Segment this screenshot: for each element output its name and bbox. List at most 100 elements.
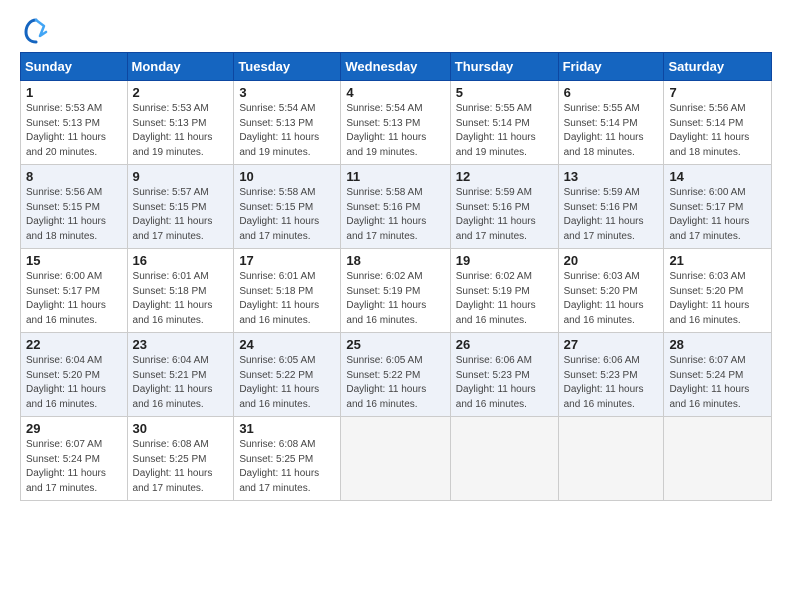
calendar-cell: 21Sunrise: 6:03 AMSunset: 5:20 PMDayligh… bbox=[664, 249, 772, 333]
day-info: Sunrise: 6:07 AMSunset: 5:24 PMDaylight:… bbox=[26, 438, 122, 496]
calendar-cell: 9 Sunrise: 5:57 AMSunset: 5:15 PMDaylight… bbox=[127, 165, 234, 249]
day-info: Sunrise: 6:04 AMSunset: 5:21 PMDaylight:… bbox=[133, 354, 229, 412]
calendar-cell: 10 Sunrise: 5:58 AMSunset: 5:15 PMDayligh… bbox=[234, 165, 341, 249]
day-number: 3 bbox=[239, 85, 335, 100]
day-info: Sunrise: 5:53 AMSunset: 5:13 PMDaylight:… bbox=[26, 102, 122, 160]
calendar-cell: 15 Sunrise: 6:00 AMSunset: 5:17 PMDayligh… bbox=[21, 249, 128, 333]
calendar-cell: 6 Sunrise: 5:55 AMSunset: 5:14 PMDaylight… bbox=[558, 81, 664, 165]
day-info: Sunrise: 6:06 AMSunset: 5:23 PMDaylight:… bbox=[564, 354, 659, 412]
calendar-cell: 7Sunrise: 5:56 AMSunset: 5:14 PMDaylight… bbox=[664, 81, 772, 165]
day-number: 6 bbox=[564, 85, 659, 100]
day-info: Sunrise: 5:53 AMSunset: 5:13 PMDaylight:… bbox=[133, 102, 229, 160]
calendar-cell: 22 Sunrise: 6:04 AMSunset: 5:20 PMDayligh… bbox=[21, 333, 128, 417]
calendar-cell: 23Sunrise: 6:04 AMSunset: 5:21 PMDayligh… bbox=[127, 333, 234, 417]
calendar-header-monday: Monday bbox=[127, 53, 234, 81]
calendar-cell: 1 Sunrise: 5:53 AMSunset: 5:13 PMDaylight… bbox=[21, 81, 128, 165]
day-info: Sunrise: 5:58 AMSunset: 5:16 PMDaylight:… bbox=[346, 186, 444, 244]
day-number: 25 bbox=[346, 337, 444, 352]
day-number: 15 bbox=[26, 253, 122, 268]
header bbox=[20, 16, 772, 42]
day-number: 21 bbox=[669, 253, 766, 268]
calendar-cell: 14Sunrise: 6:00 AMSunset: 5:17 PMDayligh… bbox=[664, 165, 772, 249]
calendar-header-friday: Friday bbox=[558, 53, 664, 81]
day-number: 5 bbox=[456, 85, 553, 100]
day-number: 13 bbox=[564, 169, 659, 184]
day-info: Sunrise: 6:08 AMSunset: 5:25 PMDaylight:… bbox=[133, 438, 229, 496]
day-number: 22 bbox=[26, 337, 122, 352]
calendar-cell: 24Sunrise: 6:05 AMSunset: 5:22 PMDayligh… bbox=[234, 333, 341, 417]
calendar-week-5: 29 Sunrise: 6:07 AMSunset: 5:24 PMDayligh… bbox=[21, 417, 772, 501]
calendar-week-4: 22 Sunrise: 6:04 AMSunset: 5:20 PMDayligh… bbox=[21, 333, 772, 417]
day-number: 9 bbox=[133, 169, 229, 184]
calendar-header-thursday: Thursday bbox=[450, 53, 558, 81]
day-number: 24 bbox=[239, 337, 335, 352]
day-info: Sunrise: 5:54 AMSunset: 5:13 PMDaylight:… bbox=[239, 102, 335, 160]
day-info: Sunrise: 5:59 AMSunset: 5:16 PMDaylight:… bbox=[564, 186, 659, 244]
day-info: Sunrise: 5:54 AMSunset: 5:13 PMDaylight:… bbox=[346, 102, 444, 160]
calendar-cell: 11Sunrise: 5:58 AMSunset: 5:16 PMDayligh… bbox=[341, 165, 450, 249]
day-number: 10 bbox=[239, 169, 335, 184]
calendar-cell: 20 Sunrise: 6:03 AMSunset: 5:20 PMDayligh… bbox=[558, 249, 664, 333]
calendar-cell: 31 Sunrise: 6:08 AMSunset: 5:25 PMDayligh… bbox=[234, 417, 341, 501]
calendar-cell: 26 Sunrise: 6:06 AMSunset: 5:23 PMDayligh… bbox=[450, 333, 558, 417]
day-info: Sunrise: 6:04 AMSunset: 5:20 PMDaylight:… bbox=[26, 354, 122, 412]
page: SundayMondayTuesdayWednesdayThursdayFrid… bbox=[0, 0, 792, 612]
day-info: Sunrise: 5:56 AMSunset: 5:15 PMDaylight:… bbox=[26, 186, 122, 244]
calendar-cell: 5Sunrise: 5:55 AMSunset: 5:14 PMDaylight… bbox=[450, 81, 558, 165]
day-info: Sunrise: 5:55 AMSunset: 5:14 PMDaylight:… bbox=[564, 102, 659, 160]
day-number: 28 bbox=[669, 337, 766, 352]
day-number: 16 bbox=[133, 253, 229, 268]
day-info: Sunrise: 6:06 AMSunset: 5:23 PMDaylight:… bbox=[456, 354, 553, 412]
calendar-header-row: SundayMondayTuesdayWednesdayThursdayFrid… bbox=[21, 53, 772, 81]
calendar-cell: 29 Sunrise: 6:07 AMSunset: 5:24 PMDayligh… bbox=[21, 417, 128, 501]
day-number: 31 bbox=[239, 421, 335, 436]
calendar-cell bbox=[341, 417, 450, 501]
day-number: 17 bbox=[239, 253, 335, 268]
calendar-cell bbox=[558, 417, 664, 501]
day-info: Sunrise: 5:57 AMSunset: 5:15 PMDaylight:… bbox=[133, 186, 229, 244]
calendar-cell: 4 Sunrise: 5:54 AMSunset: 5:13 PMDaylight… bbox=[341, 81, 450, 165]
logo bbox=[20, 16, 50, 42]
calendar-header-wednesday: Wednesday bbox=[341, 53, 450, 81]
calendar-table: SundayMondayTuesdayWednesdayThursdayFrid… bbox=[20, 52, 772, 501]
day-info: Sunrise: 6:07 AMSunset: 5:24 PMDaylight:… bbox=[669, 354, 766, 412]
day-number: 30 bbox=[133, 421, 229, 436]
day-number: 1 bbox=[26, 85, 122, 100]
calendar-cell: 2 Sunrise: 5:53 AMSunset: 5:13 PMDaylight… bbox=[127, 81, 234, 165]
day-number: 2 bbox=[133, 85, 229, 100]
logo-icon bbox=[22, 16, 50, 44]
day-info: Sunrise: 6:00 AMSunset: 5:17 PMDaylight:… bbox=[26, 270, 122, 328]
calendar-cell bbox=[450, 417, 558, 501]
day-info: Sunrise: 6:03 AMSunset: 5:20 PMDaylight:… bbox=[564, 270, 659, 328]
calendar-header-saturday: Saturday bbox=[664, 53, 772, 81]
calendar-header-sunday: Sunday bbox=[21, 53, 128, 81]
calendar-cell: 12 Sunrise: 5:59 AMSunset: 5:16 PMDayligh… bbox=[450, 165, 558, 249]
day-number: 12 bbox=[456, 169, 553, 184]
calendar-cell: 16Sunrise: 6:01 AMSunset: 5:18 PMDayligh… bbox=[127, 249, 234, 333]
day-number: 8 bbox=[26, 169, 122, 184]
calendar-cell: 25Sunrise: 6:05 AMSunset: 5:22 PMDayligh… bbox=[341, 333, 450, 417]
day-info: Sunrise: 6:08 AMSunset: 5:25 PMDaylight:… bbox=[239, 438, 335, 496]
day-number: 20 bbox=[564, 253, 659, 268]
calendar-cell: 27Sunrise: 6:06 AMSunset: 5:23 PMDayligh… bbox=[558, 333, 664, 417]
calendar-header-tuesday: Tuesday bbox=[234, 53, 341, 81]
day-info: Sunrise: 6:00 AMSunset: 5:17 PMDaylight:… bbox=[669, 186, 766, 244]
day-info: Sunrise: 5:58 AMSunset: 5:15 PMDaylight:… bbox=[239, 186, 335, 244]
calendar-cell: 30 Sunrise: 6:08 AMSunset: 5:25 PMDayligh… bbox=[127, 417, 234, 501]
calendar-cell: 3 Sunrise: 5:54 AMSunset: 5:13 PMDaylight… bbox=[234, 81, 341, 165]
calendar-cell: 8 Sunrise: 5:56 AMSunset: 5:15 PMDaylight… bbox=[21, 165, 128, 249]
day-number: 18 bbox=[346, 253, 444, 268]
calendar-cell: 19Sunrise: 6:02 AMSunset: 5:19 PMDayligh… bbox=[450, 249, 558, 333]
day-info: Sunrise: 5:59 AMSunset: 5:16 PMDaylight:… bbox=[456, 186, 553, 244]
day-info: Sunrise: 5:56 AMSunset: 5:14 PMDaylight:… bbox=[669, 102, 766, 160]
day-info: Sunrise: 6:02 AMSunset: 5:19 PMDaylight:… bbox=[346, 270, 444, 328]
calendar-cell: 28 Sunrise: 6:07 AMSunset: 5:24 PMDayligh… bbox=[664, 333, 772, 417]
calendar-week-2: 8 Sunrise: 5:56 AMSunset: 5:15 PMDaylight… bbox=[21, 165, 772, 249]
day-number: 29 bbox=[26, 421, 122, 436]
calendar-cell: 17Sunrise: 6:01 AMSunset: 5:18 PMDayligh… bbox=[234, 249, 341, 333]
calendar-cell: 13 Sunrise: 5:59 AMSunset: 5:16 PMDayligh… bbox=[558, 165, 664, 249]
day-info: Sunrise: 6:02 AMSunset: 5:19 PMDaylight:… bbox=[456, 270, 553, 328]
day-number: 26 bbox=[456, 337, 553, 352]
day-number: 4 bbox=[346, 85, 444, 100]
calendar-week-1: 1 Sunrise: 5:53 AMSunset: 5:13 PMDaylight… bbox=[21, 81, 772, 165]
